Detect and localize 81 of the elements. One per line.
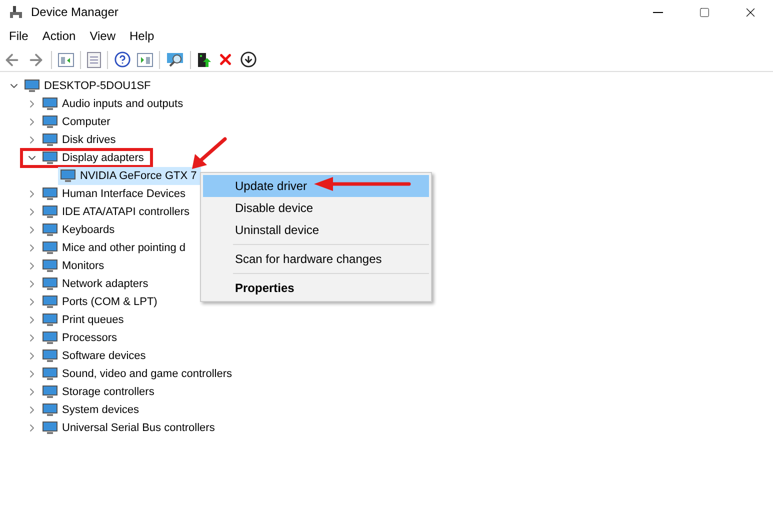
tree-item-label: Sound, video and game controllers — [62, 368, 232, 380]
tree-item[interactable]: Disk drives — [40, 133, 120, 147]
tree-item-label: Processors — [62, 332, 118, 344]
tree-item[interactable]: Keyboards — [40, 223, 119, 237]
tree-item[interactable]: Display adapters — [40, 151, 148, 165]
device-icon — [42, 421, 58, 435]
scan-hardware-icon[interactable] — [166, 52, 184, 68]
tree-item[interactable]: DESKTOP-5DOU1SF — [22, 79, 155, 93]
device-icon — [42, 349, 58, 363]
tree-item-label: Universal Serial Bus controllers — [62, 422, 215, 434]
maximize-icon — [698, 6, 710, 18]
app-icon — [9, 5, 23, 19]
update-driver-icon[interactable] — [197, 52, 211, 68]
context-menu-item[interactable]: Disable device — [203, 197, 429, 219]
device-icon — [42, 115, 58, 129]
device-icon — [42, 259, 58, 273]
device-icon — [42, 331, 58, 345]
device-icon — [42, 151, 58, 165]
tree-item[interactable]: Monitors — [40, 259, 108, 273]
tree-item-label: IDE ATA/ATAPI controllers — [62, 206, 190, 218]
annotation-arrow — [190, 137, 228, 171]
tree-item-label: Computer — [62, 116, 110, 128]
tree-item-label: Display adapters — [62, 152, 144, 164]
device-icon — [24, 79, 40, 93]
tree-item[interactable]: Universal Serial Bus controllers — [40, 421, 219, 435]
context-menu-item[interactable]: Uninstall device — [203, 219, 429, 241]
action-pane-icon[interactable] — [137, 52, 153, 66]
window-title: Device Manager — [31, 4, 118, 21]
tree-item[interactable]: System devices — [40, 403, 144, 417]
menu-item[interactable]: Action — [35, 26, 83, 46]
context-menu-item[interactable]: Scan for hardware changes — [203, 248, 429, 270]
menu-item[interactable]: Help — [122, 26, 162, 46]
tree-item-label: Storage controllers — [62, 386, 154, 398]
device-icon — [60, 169, 76, 183]
console-tree-icon[interactable] — [58, 52, 74, 66]
tree-item[interactable]: Print queues — [40, 313, 128, 327]
tree-item-label: Mice and other pointing d — [62, 242, 186, 254]
device-icon — [42, 241, 58, 255]
context-menu-item[interactable]: Properties — [203, 277, 429, 299]
tree-item-label: NVIDIA GeForce GTX 7 — [80, 170, 197, 182]
properties-icon[interactable] — [87, 52, 101, 68]
device-icon — [42, 187, 58, 201]
tree-item[interactable]: Storage controllers — [40, 385, 158, 399]
device-icon — [42, 313, 58, 327]
tree-item-label: Human Interface Devices — [62, 188, 186, 200]
help-icon[interactable] — [114, 51, 131, 68]
tree-item[interactable]: Software devices — [40, 349, 150, 363]
tree-item[interactable]: Computer — [40, 115, 114, 129]
tree-item-label: Ports (COM & LPT) — [62, 296, 158, 308]
tree-item[interactable]: Sound, video and game controllers — [40, 367, 236, 381]
device-icon — [42, 403, 58, 417]
tree-item-label: Disk drives — [62, 134, 116, 146]
tree-item[interactable]: Ports (COM & LPT) — [40, 295, 162, 309]
tree-item-label: Software devices — [62, 350, 146, 362]
tree-item-label: Network adapters — [62, 278, 148, 290]
tree-item[interactable]: IDE ATA/ATAPI controllers — [40, 205, 194, 219]
tree-item[interactable]: Human Interface Devices — [40, 187, 190, 201]
menu-item[interactable]: File — [2, 26, 36, 46]
context-menu-item[interactable]: Update driver — [203, 175, 429, 197]
device-icon — [42, 205, 58, 219]
tree-item[interactable]: NVIDIA GeForce GTX 7 — [58, 167, 201, 185]
device-icon — [42, 385, 58, 399]
device-icon — [42, 367, 58, 381]
device-icon — [42, 295, 58, 309]
tree-item-label: System devices — [62, 404, 140, 416]
tree-item-label: Keyboards — [62, 224, 115, 236]
tree-item[interactable]: Processors — [40, 331, 122, 345]
device-icon — [42, 277, 58, 291]
tree-item-label: Monitors — [62, 260, 104, 272]
tree-item-label: DESKTOP-5DOU1SF — [44, 80, 151, 92]
uninstall-icon[interactable] — [217, 51, 234, 68]
device-icon — [42, 97, 58, 111]
device-icon — [42, 133, 58, 147]
download-icon[interactable] — [240, 51, 257, 68]
device-icon — [42, 223, 58, 237]
tree-item[interactable]: Mice and other pointing d — [40, 241, 190, 255]
tree-item[interactable]: Network adapters — [40, 277, 152, 291]
tree-item-label: Audio inputs and outputs — [62, 98, 184, 110]
tree-item[interactable]: Audio inputs and outputs — [40, 97, 188, 111]
tree-item-label: Print queues — [62, 314, 124, 326]
menu-item[interactable]: View — [82, 26, 122, 46]
